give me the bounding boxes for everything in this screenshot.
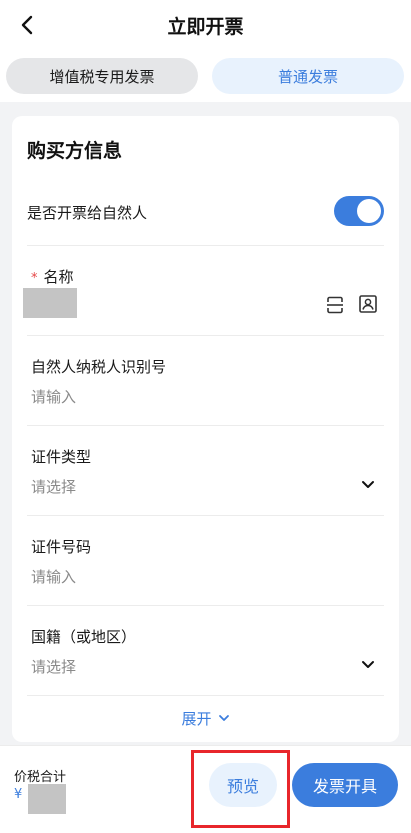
- nationality-field: 国籍（或地区） 请选择: [27, 606, 384, 696]
- required-mark: *: [31, 271, 38, 286]
- expand-button[interactable]: 展开: [12, 702, 399, 734]
- taxpayer-id-input[interactable]: 请输入: [31, 386, 76, 407]
- back-button[interactable]: [14, 12, 40, 38]
- chevron-down-icon: [362, 481, 374, 488]
- chevron-down-icon: [362, 661, 374, 668]
- id-number-input[interactable]: 请输入: [31, 566, 76, 587]
- chevron-down-icon: [218, 715, 229, 721]
- taxpayer-id-label: 自然人纳税人识别号: [31, 358, 167, 376]
- natural-person-toggle[interactable]: [334, 196, 384, 226]
- total-label: 价税合计: [14, 770, 67, 785]
- issue-invoice-button[interactable]: 发票开具: [292, 763, 398, 807]
- id-type-field: 证件类型 请选择: [27, 426, 384, 516]
- scan-button[interactable]: [324, 294, 346, 316]
- contact-card-icon: [359, 295, 377, 313]
- contact-card-button[interactable]: [357, 293, 379, 315]
- buyer-info-card: 购买方信息 是否开票给自然人 * 名称 自然人纳税人识别号 请输入 证件类型 请…: [12, 116, 399, 742]
- name-input[interactable]: [23, 288, 77, 318]
- section-title: 购买方信息: [27, 140, 123, 162]
- chevron-left-icon: [21, 15, 33, 35]
- page-title: 立即开票: [167, 15, 244, 38]
- header: 立即开票: [0, 0, 411, 50]
- natural-person-toggle-row: 是否开票给自然人: [27, 190, 384, 246]
- id-type-dropdown-button[interactable]: [357, 474, 379, 496]
- id-number-label: 证件号码: [31, 538, 92, 556]
- tab-normal-invoice[interactable]: 普通发票: [212, 58, 404, 94]
- nationality-label: 国籍（或地区）: [31, 628, 137, 646]
- taxpayer-id-field: 自然人纳税人识别号 请输入: [27, 336, 384, 426]
- footer-bar: 价税合计 ¥ 预览 发票开具: [0, 745, 411, 833]
- expand-label: 展开: [181, 709, 212, 728]
- toggle-label: 是否开票给自然人: [27, 204, 148, 222]
- nationality-select[interactable]: 请选择: [31, 656, 76, 677]
- preview-button[interactable]: 预览: [209, 763, 277, 807]
- id-type-label: 证件类型: [31, 448, 92, 466]
- nationality-dropdown-button[interactable]: [357, 654, 379, 676]
- name-field: * 名称: [23, 246, 384, 336]
- currency-symbol: ¥: [14, 787, 23, 802]
- total-amount: [28, 784, 66, 814]
- name-field-label: * 名称: [31, 266, 74, 287]
- name-label-text: 名称: [43, 268, 74, 286]
- id-type-select[interactable]: 请选择: [31, 476, 76, 497]
- id-number-field: 证件号码 请输入: [27, 516, 384, 606]
- scan-icon: [327, 296, 343, 314]
- toggle-knob: [357, 199, 381, 223]
- tab-vat-special-invoice[interactable]: 增值税专用发票: [6, 58, 198, 94]
- invoice-type-tabs: 增值税专用发票 普通发票: [0, 50, 411, 102]
